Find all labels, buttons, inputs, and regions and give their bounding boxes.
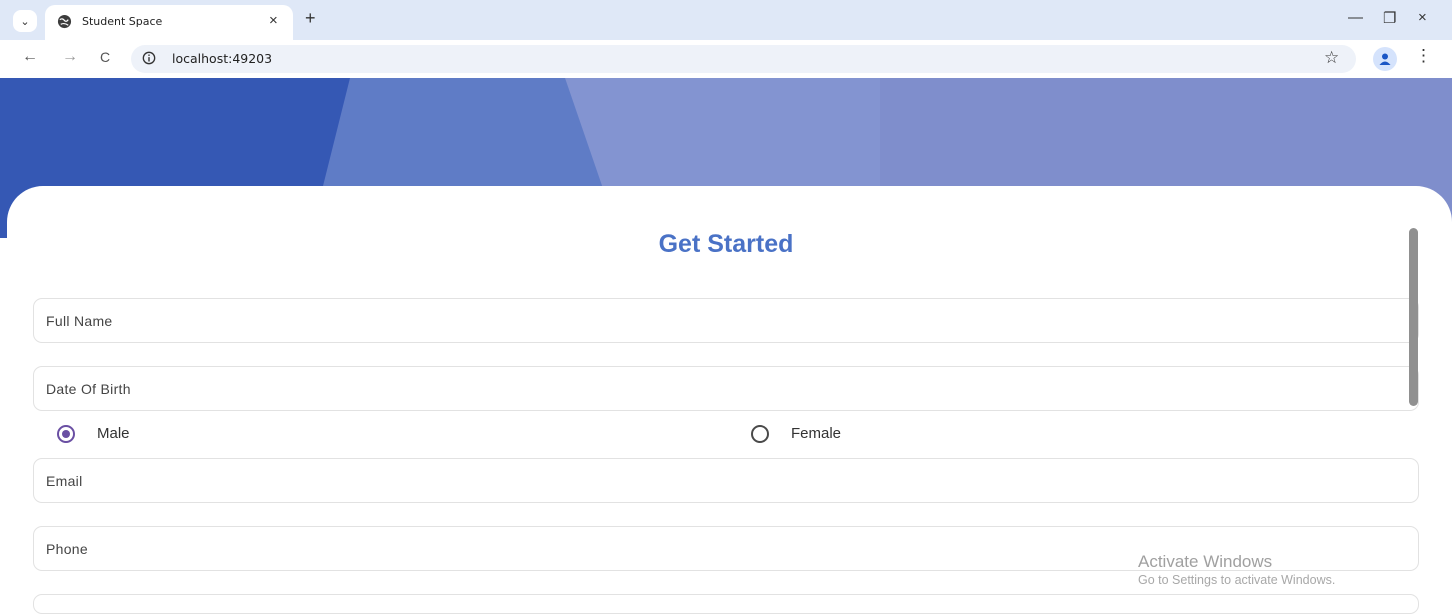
date-of-birth-label: Date Of Birth bbox=[46, 381, 131, 397]
close-window-icon[interactable]: × bbox=[1418, 9, 1427, 26]
full-name-field[interactable]: Full Name bbox=[33, 298, 1419, 343]
info-icon[interactable] bbox=[142, 51, 156, 65]
male-label: Male bbox=[97, 425, 130, 442]
page-title: Get Started bbox=[658, 230, 794, 258]
person-icon bbox=[1379, 53, 1391, 65]
email-field[interactable]: Email bbox=[33, 458, 1419, 503]
gender-radio-male[interactable]: Male bbox=[57, 425, 207, 445]
scrollbar-thumb[interactable] bbox=[1409, 228, 1418, 406]
next-field-partial[interactable] bbox=[33, 594, 1419, 614]
email-label: Email bbox=[46, 473, 83, 489]
gender-radio-female[interactable]: Female bbox=[751, 425, 901, 445]
kebab-menu-icon[interactable]: ⋮ bbox=[1415, 46, 1432, 66]
restore-icon[interactable]: ❐ bbox=[1383, 9, 1396, 27]
date-of-birth-field[interactable]: Date Of Birth bbox=[33, 366, 1419, 411]
address-bar[interactable]: localhost:49203 ☆ bbox=[131, 45, 1356, 73]
minimize-icon[interactable]: — bbox=[1348, 9, 1363, 26]
tab-strip: ⌄ Student Space × + — ❐ × bbox=[0, 0, 1452, 40]
tab-title: Student Space bbox=[82, 15, 163, 28]
female-label: Female bbox=[791, 425, 842, 442]
url-text: localhost:49203 bbox=[172, 51, 273, 66]
globe-icon bbox=[57, 14, 72, 29]
tab-close-icon[interactable]: × bbox=[269, 12, 278, 29]
full-name-label: Full Name bbox=[46, 313, 113, 329]
tab-list-button[interactable]: ⌄ bbox=[13, 10, 37, 32]
back-icon[interactable]: ← bbox=[22, 48, 38, 66]
browser-tab[interactable]: Student Space × bbox=[45, 5, 293, 40]
activate-windows-title: Activate Windows bbox=[1138, 552, 1273, 571]
phone-label: Phone bbox=[46, 541, 88, 557]
forward-icon[interactable]: → bbox=[62, 48, 78, 66]
chevron-down-icon: ⌄ bbox=[20, 15, 30, 28]
radio-unselected-icon bbox=[751, 425, 769, 443]
new-tab-button[interactable]: + bbox=[305, 8, 316, 29]
reload-icon[interactable]: C bbox=[100, 49, 110, 65]
radio-selected-icon bbox=[57, 425, 75, 443]
browser-toolbar: ← → C localhost:49203 ☆ ⋮ bbox=[0, 40, 1452, 78]
activate-windows-subtitle: Go to Settings to activate Windows. bbox=[1138, 573, 1336, 587]
profile-avatar[interactable] bbox=[1373, 47, 1397, 71]
bookmark-star-icon[interactable]: ☆ bbox=[1324, 48, 1339, 68]
